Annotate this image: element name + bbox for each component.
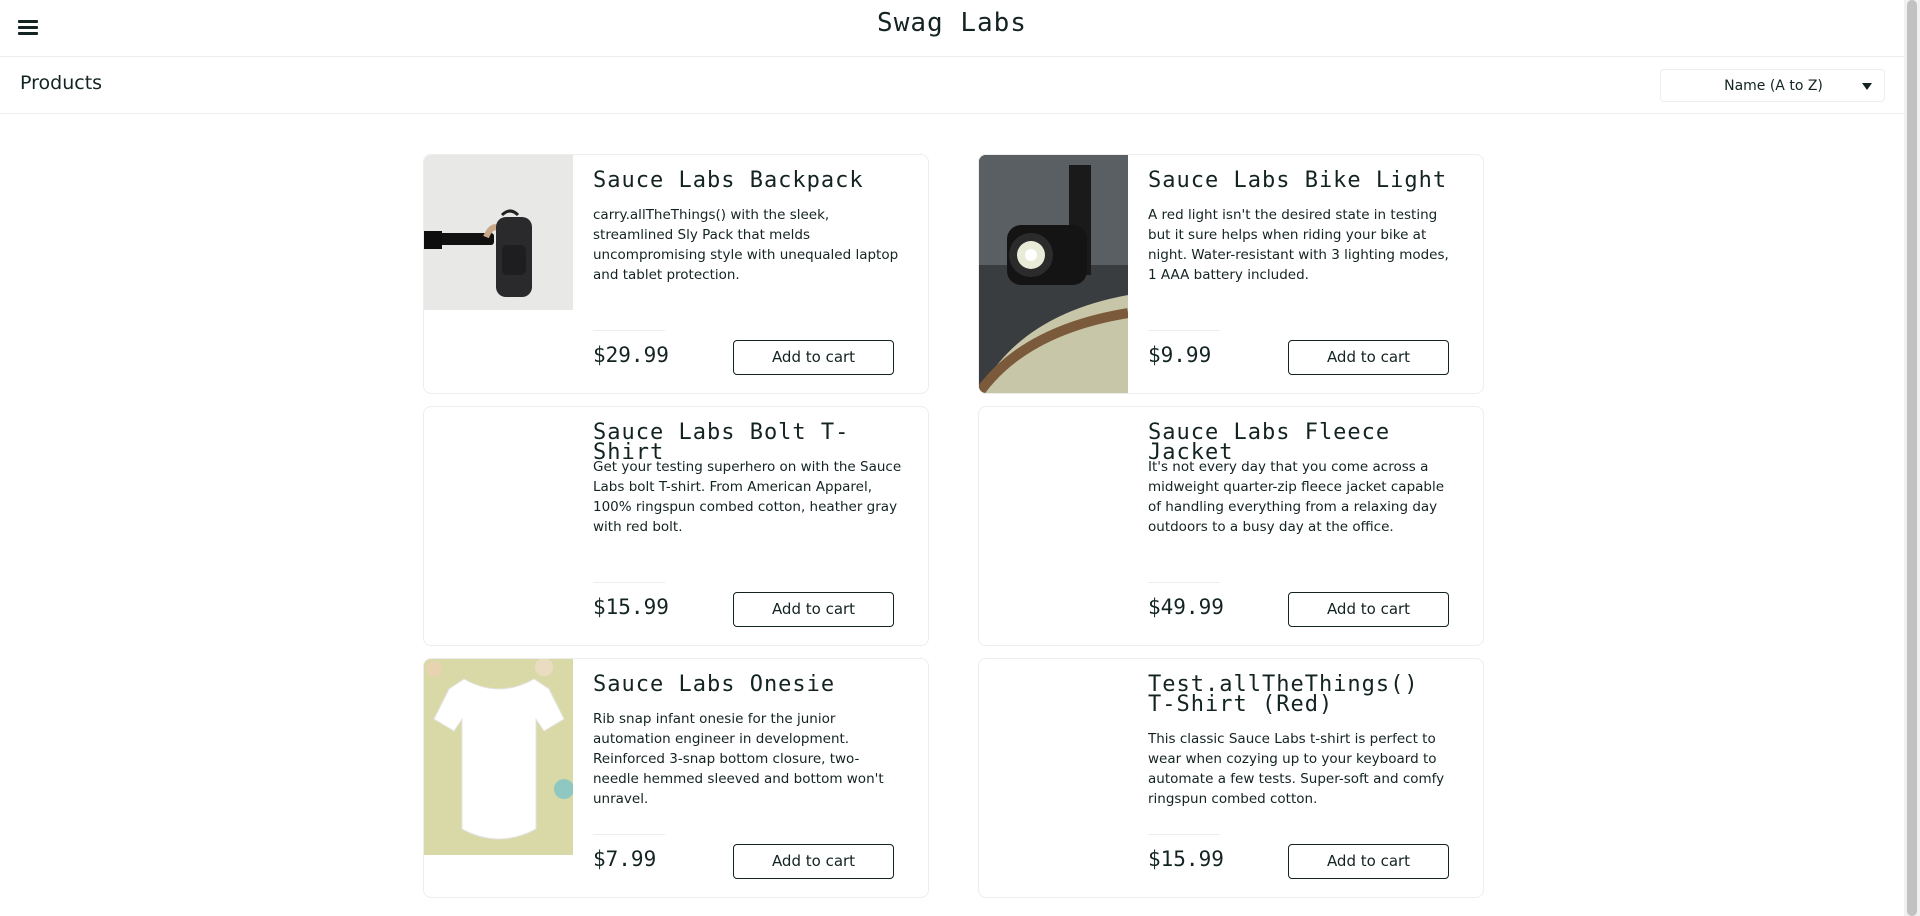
inventory-item: Sauce Labs Backpack carry.allTheThings()…: [423, 154, 929, 394]
product-price: $29.99: [593, 343, 669, 367]
product-description: It's not every day that you come across …: [1148, 459, 1445, 535]
price-divider: [593, 330, 665, 331]
app-logo: Swag Labs: [877, 8, 1027, 38]
add-to-cart-button[interactable]: Add to cart: [1288, 592, 1449, 627]
add-to-cart-button[interactable]: Add to cart: [733, 844, 894, 879]
product-description: This classic Sauce Labs t-shirt is perfe…: [1148, 731, 1445, 807]
sort-dropdown[interactable]: Name (A to Z): [1660, 69, 1885, 102]
scrollbar-thumb[interactable]: [1907, 0, 1917, 916]
product-name[interactable]: Sauce Labs Bike Light: [1148, 170, 1468, 192]
product-description: carry.allTheThings() with the sleek, str…: [593, 207, 899, 283]
product-image-fleece-jacket[interactable]: [979, 407, 1128, 645]
add-to-cart-button[interactable]: Add to cart: [1288, 844, 1449, 879]
product-price: $15.99: [1148, 847, 1224, 871]
product-price: $15.99: [593, 595, 669, 619]
product-image-bolt-tshirt[interactable]: [424, 407, 573, 645]
product-image-onesie[interactable]: [424, 659, 573, 855]
inventory-item: Sauce Labs Fleece Jacket It's not every …: [978, 406, 1484, 646]
inventory-item: Sauce Labs Bolt T-Shirt Get your testing…: [423, 406, 929, 646]
backpack-image: [424, 155, 573, 310]
product-image-red-tshirt[interactable]: [979, 659, 1128, 897]
product-price: $49.99: [1148, 595, 1224, 619]
primary-header: Swag Labs: [0, 0, 1904, 57]
page-title: Products: [20, 72, 103, 94]
price-divider: [1148, 582, 1220, 583]
product-description: Get your testing superhero on with the S…: [593, 459, 902, 535]
product-image-backpack[interactable]: [424, 155, 573, 310]
product-name[interactable]: Test.allTheThings() T-Shirt (Red): [1148, 674, 1448, 716]
secondary-header: Products Name (A to Z): [0, 57, 1904, 114]
price-divider: [593, 582, 665, 583]
price-divider: [1148, 834, 1220, 835]
product-price: $9.99: [1148, 343, 1212, 367]
add-to-cart-button[interactable]: Add to cart: [733, 592, 894, 627]
sort-selected-value: Name (A to Z): [1724, 78, 1823, 94]
product-description: Rib snap infant onesie for the junior au…: [593, 711, 884, 807]
product-description: A red light isn't the desired state in t…: [1148, 207, 1449, 283]
product-price: $7.99: [593, 847, 657, 871]
add-to-cart-button[interactable]: Add to cart: [733, 340, 894, 375]
add-to-cart-button[interactable]: Add to cart: [1288, 340, 1449, 375]
onesie-image: [424, 659, 573, 855]
bike-light-image: [979, 155, 1128, 393]
product-name[interactable]: Sauce Labs Backpack: [593, 170, 913, 192]
caret-down-icon: [1862, 83, 1872, 90]
inventory-item: Test.allTheThings() T-Shirt (Red) This c…: [978, 658, 1484, 898]
inventory-item: Sauce Labs Onesie Rib snap infant onesie…: [423, 658, 929, 898]
price-divider: [593, 834, 665, 835]
product-name[interactable]: Sauce Labs Onesie: [593, 674, 913, 696]
product-image-bike-light[interactable]: [979, 155, 1128, 393]
price-divider: [1148, 330, 1220, 331]
inventory-item: Sauce Labs Bike Light A red light isn't …: [978, 154, 1484, 394]
